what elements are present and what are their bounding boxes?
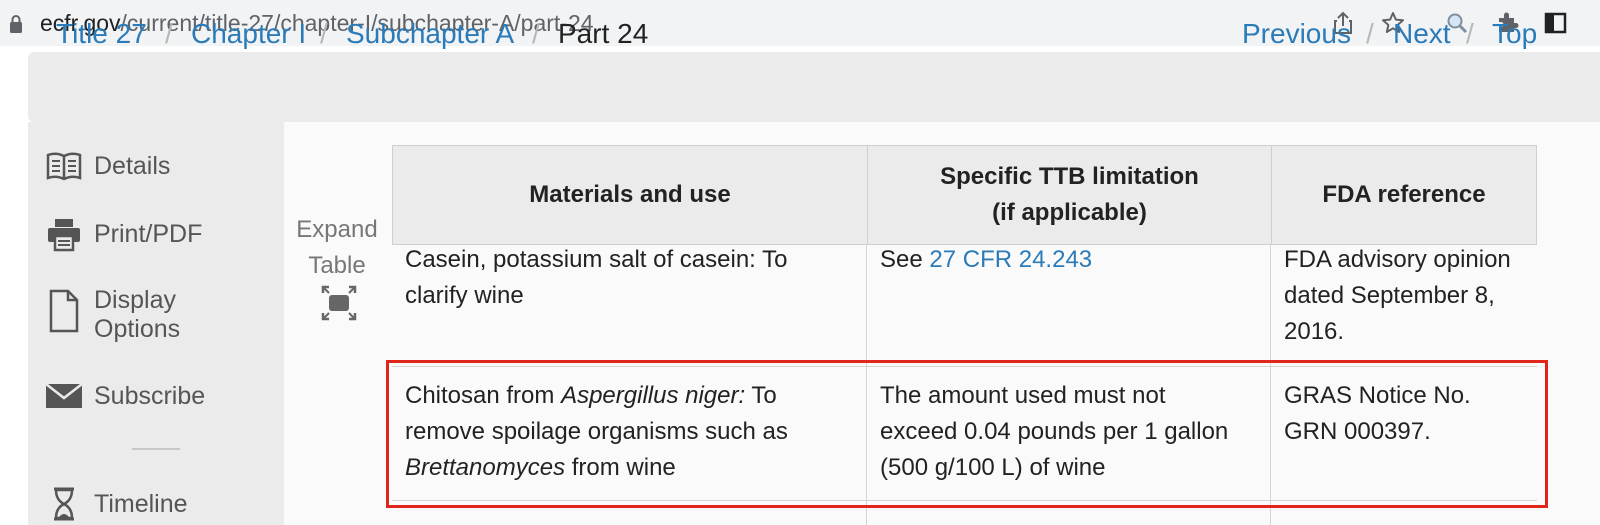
header-label: Specific TTB limitation (if applicable)	[940, 159, 1199, 231]
sidebar-item-details[interactable]: Details	[44, 146, 170, 186]
sidebar: Details Print/PDF Display Options Subscri…	[28, 122, 284, 525]
breadcrumb-separator: /	[320, 18, 328, 49]
display-label: Display	[94, 286, 176, 314]
table-row-1-material: Casein, potassium salt of casein: To cla…	[405, 242, 855, 314]
options-label: Options	[94, 315, 181, 343]
envelope-icon	[44, 376, 84, 416]
breadcrumb	[28, 52, 1600, 122]
breadcrumb-subchapter-a[interactable]: Subchapter A	[346, 18, 514, 50]
header-line1: Specific TTB limitation	[940, 163, 1199, 190]
breadcrumb-title-27[interactable]: Title 27	[56, 18, 147, 50]
table-row-1-limitation: See 27 CFR 24.243	[880, 242, 1260, 278]
nav-separator: /	[1466, 18, 1474, 49]
expand-label-line2: Table	[308, 252, 366, 279]
top-link[interactable]: Top	[1492, 18, 1537, 50]
sidebar-item-label: Details	[94, 151, 171, 180]
limitation-prefix: See	[880, 246, 930, 273]
sidebar-item-label: Subscribe	[94, 381, 206, 410]
sidebar-item-label: Timeline	[94, 489, 188, 518]
hourglass-icon	[44, 484, 84, 524]
cell-line: Casein, potassium salt of casein: To	[405, 246, 788, 273]
cfr-link[interactable]: 27 CFR 24.243	[929, 246, 1092, 273]
breadcrumb-chapter-i[interactable]: Chapter I	[191, 18, 306, 50]
cell-line: dated September 8,	[1284, 282, 1495, 309]
cell-line: 2016.	[1284, 318, 1345, 345]
expand-table-button[interactable]: Expand Table	[292, 212, 382, 284]
cell-line: FDA advisory opinion	[1284, 246, 1511, 273]
breadcrumb-separator: /	[165, 18, 173, 49]
header-label: FDA reference	[1322, 181, 1486, 208]
lock-icon	[10, 15, 22, 33]
header-line2: (if applicable)	[992, 199, 1147, 226]
nav-separator: /	[1366, 18, 1374, 49]
breadcrumb-separator: /	[532, 18, 540, 49]
cell-line: clarify wine	[405, 282, 524, 309]
document-icon	[44, 286, 84, 336]
sidebar-divider	[132, 448, 180, 450]
sidebar-item-label: Print/PDF	[94, 219, 203, 248]
sidebar-item-display-options[interactable]: Display Options	[44, 286, 180, 344]
sidebar-item-timeline[interactable]: Timeline	[44, 484, 188, 524]
sidepanel-icon[interactable]	[1542, 8, 1568, 38]
highlight-box	[386, 360, 1548, 508]
header-label: Materials and use	[529, 181, 731, 208]
column-header-materials: Materials and use	[392, 145, 868, 245]
column-header-fda: FDA reference	[1271, 145, 1537, 245]
table-row-1-fda: FDA advisory opinion dated September 8, …	[1284, 242, 1540, 350]
printer-icon	[44, 214, 84, 254]
book-icon	[44, 146, 84, 186]
previous-link[interactable]: Previous	[1242, 18, 1351, 50]
sidebar-item-label: Display Options	[94, 286, 180, 344]
expand-icon[interactable]	[321, 285, 357, 321]
column-header-limitation: Specific TTB limitation (if applicable)	[867, 145, 1272, 245]
expand-label-line1: Expand	[296, 216, 378, 243]
sidebar-item-print-pdf[interactable]: Print/PDF	[44, 214, 202, 254]
breadcrumb-part-24: Part 24	[558, 18, 649, 49]
next-link[interactable]: Next	[1393, 18, 1451, 50]
sidebar-item-subscribe[interactable]: Subscribe	[44, 376, 205, 416]
